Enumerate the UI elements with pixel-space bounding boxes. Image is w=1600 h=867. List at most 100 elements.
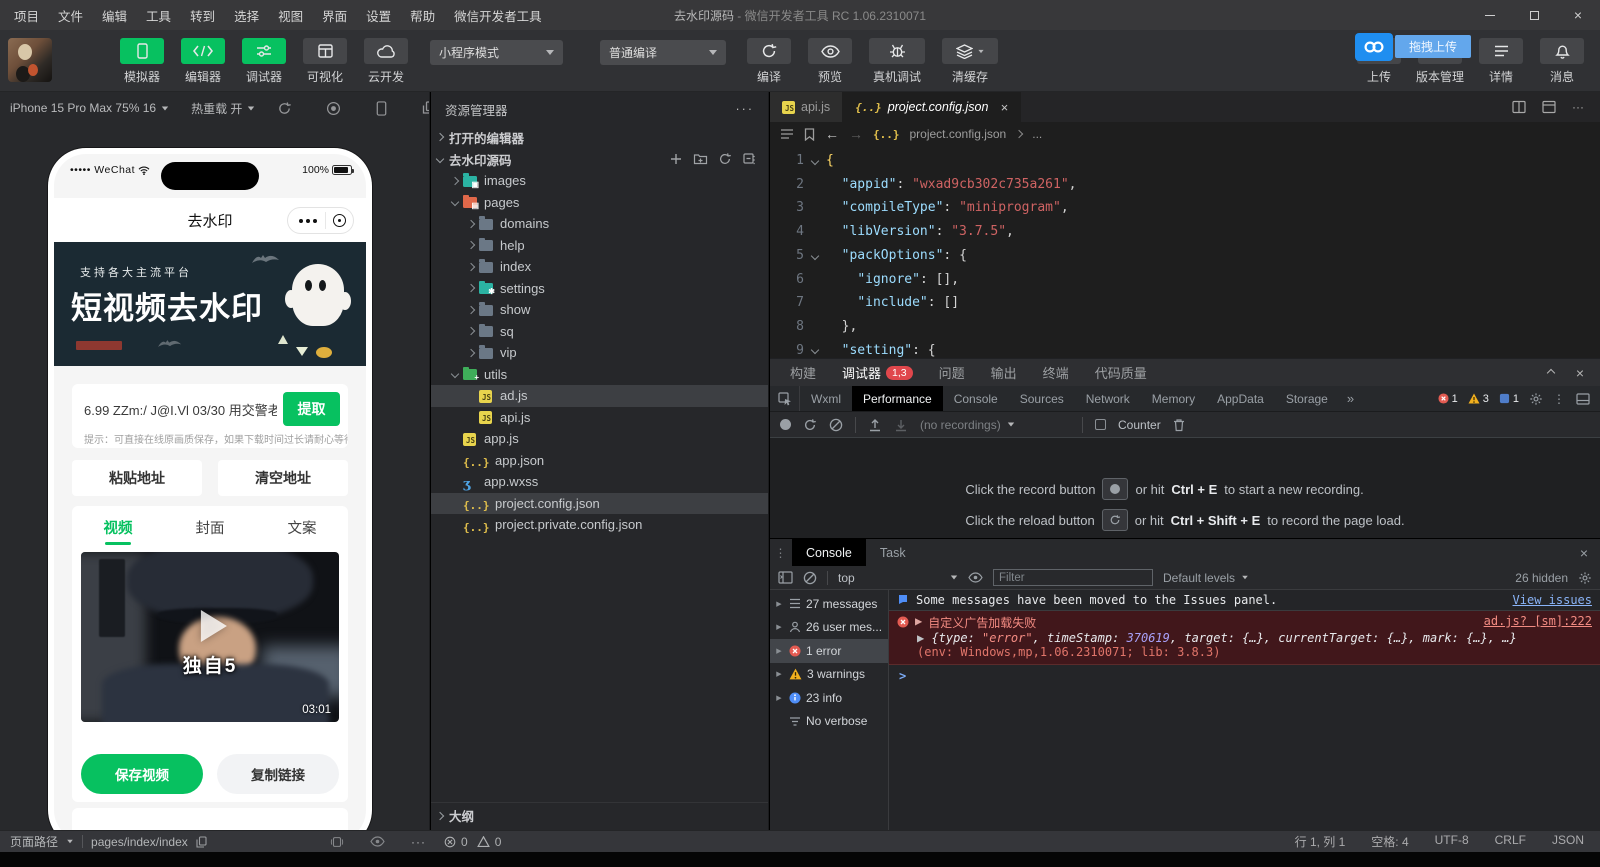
devtools-tab-Memory[interactable]: Memory <box>1141 386 1206 411</box>
save-profile-icon[interactable] <box>894 418 908 432</box>
project-section[interactable]: 去水印源码 <box>431 148 768 170</box>
expand-triangle-icon[interactable]: ▶ <box>774 623 784 631</box>
outline-section[interactable]: 大纲 <box>431 802 768 824</box>
tree-item-utils[interactable]: +utils <box>431 364 768 386</box>
code-editor[interactable]: 1{2 "appid": "wxad9cb302c735a261",3 "com… <box>770 146 1600 362</box>
console-filter-list[interactable]: ▶27 messages <box>770 592 888 616</box>
toolbar-预览-button[interactable]: 预览 <box>806 38 854 85</box>
video-thumbnail[interactable]: 独自5 03:01 <box>81 552 339 722</box>
chevron-right-icon[interactable] <box>463 350 479 356</box>
collapse-panel-icon[interactable] <box>1547 368 1555 376</box>
hot-reload-select[interactable]: 热重载 开 <box>191 100 255 117</box>
menu-item-6[interactable]: 视图 <box>278 6 303 25</box>
tree-item-images[interactable]: ▣images <box>431 170 768 192</box>
panel-tab-代码质量[interactable]: 代码质量 <box>1095 363 1147 382</box>
tree-item-pages[interactable]: ▤pages <box>431 192 768 214</box>
filter-input[interactable] <box>993 569 1153 586</box>
tree-item-ad.js[interactable]: JSad.js <box>431 385 768 407</box>
clear-address-button[interactable]: 清空地址 <box>218 460 348 496</box>
reload-icon[interactable] <box>1102 509 1128 531</box>
breadcrumb-more[interactable]: ... <box>1032 127 1042 141</box>
new-folder-icon[interactable] <box>693 152 708 166</box>
close-panel-icon[interactable]: × <box>1576 365 1584 381</box>
url-input[interactable]: 6.99 ZZm:/ J@I.Vl 03/30 用交警老| <box>84 400 277 419</box>
problems-status[interactable]: 0 0 <box>430 835 768 849</box>
tree-item-project.config.json[interactable]: {..}project.config.json <box>431 493 768 515</box>
split-editor-icon[interactable] <box>1512 100 1526 114</box>
devtools-tab-Network[interactable]: Network <box>1075 386 1141 411</box>
console-filter-verbose[interactable]: No verbose <box>770 710 888 734</box>
devtools-tab-Wxml[interactable]: Wxml <box>800 386 852 411</box>
more-icon[interactable] <box>299 219 317 223</box>
editor-tab-api.js[interactable]: JSapi.js <box>770 92 843 122</box>
page-path-value[interactable]: pages/index/index <box>91 835 188 849</box>
paste-address-button[interactable]: 粘贴地址 <box>72 460 202 496</box>
warning-count-badge[interactable]: 3 <box>1468 393 1489 405</box>
device-select[interactable]: iPhone 15 Pro Max 75% 16 <box>10 101 169 115</box>
chevron-down-icon[interactable] <box>447 371 463 377</box>
phone-tab-文案[interactable]: 文案 <box>256 506 348 548</box>
clear-console-icon[interactable] <box>803 571 817 585</box>
fold-chevron-icon[interactable] <box>804 149 826 173</box>
outline-list-icon[interactable] <box>780 128 794 140</box>
tree-item-show[interactable]: show <box>431 299 768 321</box>
save-video-button[interactable]: 保存视频 <box>81 754 203 794</box>
menu-item-10[interactable]: 微信开发者工具 <box>454 6 542 25</box>
toolbar-编译-button[interactable]: 编译 <box>745 38 793 85</box>
tree-item-app.wxss[interactable]: ʒapp.wxss <box>431 471 768 493</box>
chevron-right-icon[interactable] <box>463 328 479 334</box>
usage-card[interactable]: 使用说明 如何去除视频水印 <box>72 808 348 830</box>
more-icon[interactable]: ··· <box>736 102 755 116</box>
editor-tab-project.config.json[interactable]: {..}project.config.json× <box>843 92 1021 122</box>
devtools-tab-Storage[interactable]: Storage <box>1275 386 1339 411</box>
issue-count-badge[interactable]: 1 <box>1499 393 1519 405</box>
console-settings-icon[interactable] <box>1578 571 1592 585</box>
play-icon[interactable] <box>201 610 227 642</box>
live-expression-eye-icon[interactable] <box>968 572 983 583</box>
menu-item-8[interactable]: 设置 <box>366 6 391 25</box>
breadcrumb-file[interactable]: project.config.json <box>910 127 1007 141</box>
tree-item-sq[interactable]: sq <box>431 321 768 343</box>
console-tab-Console[interactable]: Console <box>792 539 866 566</box>
toolbar-模拟器-button[interactable]: 模拟器 <box>118 38 166 85</box>
menu-item-4[interactable]: 转到 <box>190 6 215 25</box>
nav-forward-icon[interactable]: → <box>849 126 863 142</box>
console-filter-error[interactable]: ▶1 error <box>770 639 888 663</box>
tree-item-settings[interactable]: ✱settings <box>431 278 768 300</box>
bookmark-icon[interactable] <box>804 128 815 141</box>
chevron-right-icon[interactable] <box>463 242 479 248</box>
menu-item-9[interactable]: 帮助 <box>410 6 435 25</box>
console-filter-info[interactable]: ▶23 info <box>770 686 888 710</box>
close-tab-icon[interactable]: × <box>1000 100 1008 115</box>
error-source-link[interactable]: ad.js? [sm]:222 <box>1484 614 1592 628</box>
maximize-button[interactable] <box>1512 0 1556 30</box>
kebab-menu-icon[interactable]: ⋮ <box>1553 392 1566 406</box>
layout-icon[interactable] <box>1542 100 1556 114</box>
expand-triangle-icon[interactable]: ▶ <box>915 614 922 628</box>
menu-item-2[interactable]: 编辑 <box>102 6 127 25</box>
menu-item-7[interactable]: 界面 <box>322 6 347 25</box>
status-right-item-4[interactable]: JSON <box>1552 833 1584 850</box>
expand-triangle-icon[interactable]: ▶ <box>774 670 784 678</box>
tree-item-app.json[interactable]: {..}app.json <box>431 450 768 472</box>
minimize-button[interactable] <box>1468 0 1512 30</box>
console-prompt[interactable]: > <box>889 665 1600 687</box>
expand-triangle-icon[interactable]: ▶ <box>774 600 784 608</box>
exit-icon[interactable] <box>333 214 346 227</box>
dock-side-icon[interactable] <box>1576 393 1590 405</box>
toolbar-编辑器-button[interactable]: 编辑器 <box>179 38 227 85</box>
panel-tab-构建[interactable]: 构建 <box>790 363 816 382</box>
devtools-tab-AppData[interactable]: AppData <box>1206 386 1275 411</box>
log-levels-select[interactable]: Default levels <box>1163 571 1249 585</box>
restart-icon[interactable] <box>277 101 292 116</box>
record-stop-icon[interactable] <box>326 101 341 116</box>
capsule-menu[interactable] <box>287 207 354 234</box>
toolbar-可视化-button[interactable]: 可视化 <box>301 38 349 85</box>
phone-tab-封面[interactable]: 封面 <box>164 506 256 548</box>
status-right-item-0[interactable]: 行 1, 列 1 <box>1295 833 1346 850</box>
tree-item-help[interactable]: help <box>431 235 768 257</box>
tree-item-index[interactable]: index <box>431 256 768 278</box>
extract-button[interactable]: 提取 <box>283 392 340 426</box>
more-icon[interactable]: ··· <box>1572 100 1584 114</box>
panel-tab-终端[interactable]: 终端 <box>1043 363 1069 382</box>
